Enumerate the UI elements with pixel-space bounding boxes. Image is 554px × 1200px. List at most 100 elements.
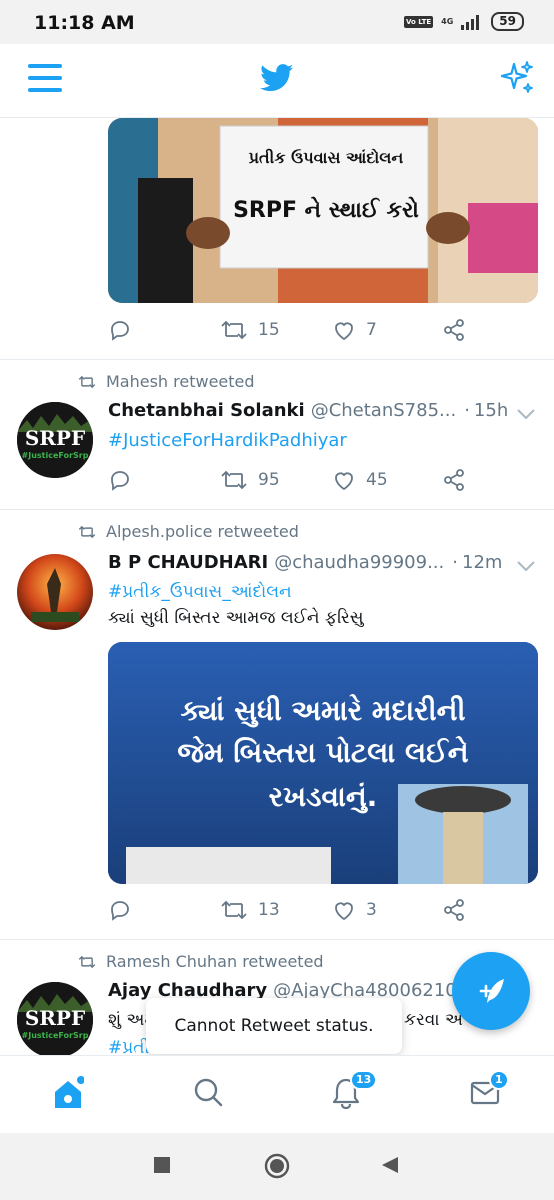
username[interactable]: @chaudha99909...	[274, 552, 444, 573]
retweeted-by: Ramesh Chuhan retweeted	[106, 952, 324, 971]
share-button[interactable]	[442, 318, 466, 342]
battery-indicator: 59	[491, 12, 524, 31]
heart-icon	[335, 902, 353, 921]
share-icon	[444, 469, 464, 491]
volte-icon: Vo LTE	[404, 15, 434, 28]
sign-line-1: પ્રતીક ઉપવાસ આંદોલન	[248, 148, 404, 167]
messages-badge: 1	[489, 1070, 509, 1090]
network-type: 4G	[441, 17, 454, 26]
tweet[interactable]: Mahesh retweeted SRPF #JusticeForSrp Che…	[0, 360, 554, 510]
retweet-icon	[78, 375, 96, 388]
image-caption-line-2: જેમ બિસ્તરા પોટલા લઈને	[177, 736, 469, 769]
like-button[interactable]: 45	[332, 468, 388, 492]
username[interactable]: @ChetanS785...	[311, 400, 457, 421]
avatar[interactable]: SRPF #JusticeForSrp	[17, 402, 93, 478]
recents-icon[interactable]	[152, 1155, 172, 1175]
separator-dot: ·	[452, 552, 458, 573]
nav-home[interactable]	[52, 1076, 85, 1114]
like-button[interactable]: 3	[332, 898, 377, 922]
retweet-button[interactable]: 15	[220, 318, 280, 342]
reply-icon	[111, 471, 129, 491]
chevron-down-icon[interactable]	[516, 560, 536, 572]
tweet-actions: 95 45	[108, 468, 468, 498]
status-bar: 11:18 AM Vo LTE 4G 59	[0, 0, 554, 44]
avatar-text: SRPF	[24, 1006, 86, 1030]
sparkle-icon[interactable]	[500, 60, 536, 96]
compose-feather-icon	[479, 979, 504, 1003]
reply-icon	[111, 901, 129, 921]
retweet-context: Alpesh.police retweeted	[78, 522, 299, 541]
system-indicators: Vo LTE 4G 59	[404, 12, 524, 31]
tweet-image[interactable]: ક્યાં સુધી અમારે મદારીની જેમ બિસ્તરા પોટ…	[108, 642, 538, 884]
compose-tweet-button[interactable]	[452, 952, 530, 1030]
share-button[interactable]	[442, 898, 466, 922]
avatar-text: SRPF	[24, 426, 86, 450]
nav-search[interactable]	[192, 1076, 224, 1112]
heart-icon	[335, 322, 353, 341]
twitter-logo-icon[interactable]	[260, 64, 294, 92]
tweet[interactable]: પ્રતીક ઉપવાસ આંદોલન SRPF ને સ્થાઈ કરો 15…	[0, 118, 554, 360]
nav-notifications[interactable]: 13	[330, 1070, 378, 1114]
reply-button[interactable]	[108, 898, 132, 922]
like-count: 3	[366, 900, 377, 920]
system-navigation-bar	[0, 1133, 554, 1200]
hashtag-link[interactable]: #JusticeForHardikPadhiyar	[108, 430, 347, 451]
search-icon	[194, 1078, 223, 1107]
tweet-actions: 13 3	[108, 898, 468, 928]
timestamp: 15h	[473, 400, 509, 421]
sign-line-2: SRPF ને સ્થાઈ કરો	[233, 198, 419, 223]
retweet-context: Ramesh Chuhan retweeted	[78, 952, 324, 971]
tweet-text: ક્યાં સુધી બિસ્તર આમજ લઈને ફરિસુ	[108, 608, 364, 628]
display-name[interactable]: B P CHAUDHARI	[108, 552, 268, 573]
share-button[interactable]	[442, 468, 466, 492]
image-caption-line-1: ક્યાં સુધી અમારે મદારીની	[180, 694, 466, 727]
retweet-context: Mahesh retweeted	[78, 372, 255, 391]
home-icon	[55, 1076, 85, 1108]
signal-icon	[461, 14, 480, 30]
tweet-text-end: કરવા અ	[404, 1010, 463, 1030]
reply-button[interactable]	[108, 318, 132, 342]
tweet[interactable]: Alpesh.police retweeted B P CHAUDHARI @c…	[0, 510, 554, 940]
retweeted-by: Alpesh.police retweeted	[106, 522, 299, 541]
retweet-icon	[78, 525, 96, 538]
tweet-photo[interactable]: પ્રતીક ઉપવાસ આંદોલન SRPF ને સ્થાઈ કરો	[108, 118, 538, 303]
chevron-down-icon[interactable]	[516, 408, 536, 420]
avatar[interactable]: SRPF #JusticeForSrp	[17, 982, 93, 1055]
notifications-badge: 13	[350, 1070, 378, 1090]
reply-icon	[111, 321, 129, 341]
image-caption-line-3: રખડવાનું.	[268, 780, 378, 813]
menu-icon[interactable]	[28, 64, 62, 94]
retweet-count: 15	[258, 320, 280, 340]
display-name[interactable]: Chetanbhai Solanki	[108, 400, 305, 421]
hashtag-link[interactable]: #પ્રતીક_ઉપવાસ_આંદોલન	[108, 582, 292, 602]
share-icon	[444, 319, 464, 341]
heart-icon	[335, 472, 353, 491]
separator-dot: ·	[464, 400, 470, 421]
clock: 11:18 AM	[34, 12, 135, 34]
app-header	[0, 44, 554, 118]
back-icon[interactable]	[380, 1155, 400, 1175]
bottom-navigation: 13 1	[0, 1055, 554, 1133]
retweet-icon	[221, 900, 247, 920]
tweet-header: Chetanbhai Solanki @ChetanS785... · 15h	[108, 400, 538, 421]
retweet-count: 95	[258, 470, 280, 490]
toast-message: Cannot Retweet status.	[146, 998, 402, 1054]
retweeted-by: Mahesh retweeted	[106, 372, 255, 391]
retweet-button[interactable]: 13	[220, 898, 280, 922]
retweet-icon	[221, 320, 247, 340]
reply-button[interactable]	[108, 468, 132, 492]
avatar-subtext: #JusticeForSrp	[21, 1031, 89, 1040]
like-count: 45	[366, 470, 388, 490]
tweet-actions: 15 7	[108, 318, 468, 348]
timeline[interactable]: પ્રતીક ઉપવાસ આંદોલન SRPF ને સ્થાઈ કરો 15…	[0, 118, 554, 1055]
nav-messages[interactable]: 1	[469, 1070, 509, 1112]
share-icon	[444, 899, 464, 921]
home-circle-icon[interactable]	[264, 1153, 290, 1179]
like-count: 7	[366, 320, 377, 340]
avatar[interactable]	[17, 554, 93, 630]
retweet-count: 13	[258, 900, 280, 920]
tweet-header: B P CHAUDHARI @chaudha99909... · 12m	[108, 552, 538, 573]
like-button[interactable]: 7	[332, 318, 377, 342]
retweet-button[interactable]: 95	[220, 468, 280, 492]
retweet-icon	[221, 470, 247, 490]
